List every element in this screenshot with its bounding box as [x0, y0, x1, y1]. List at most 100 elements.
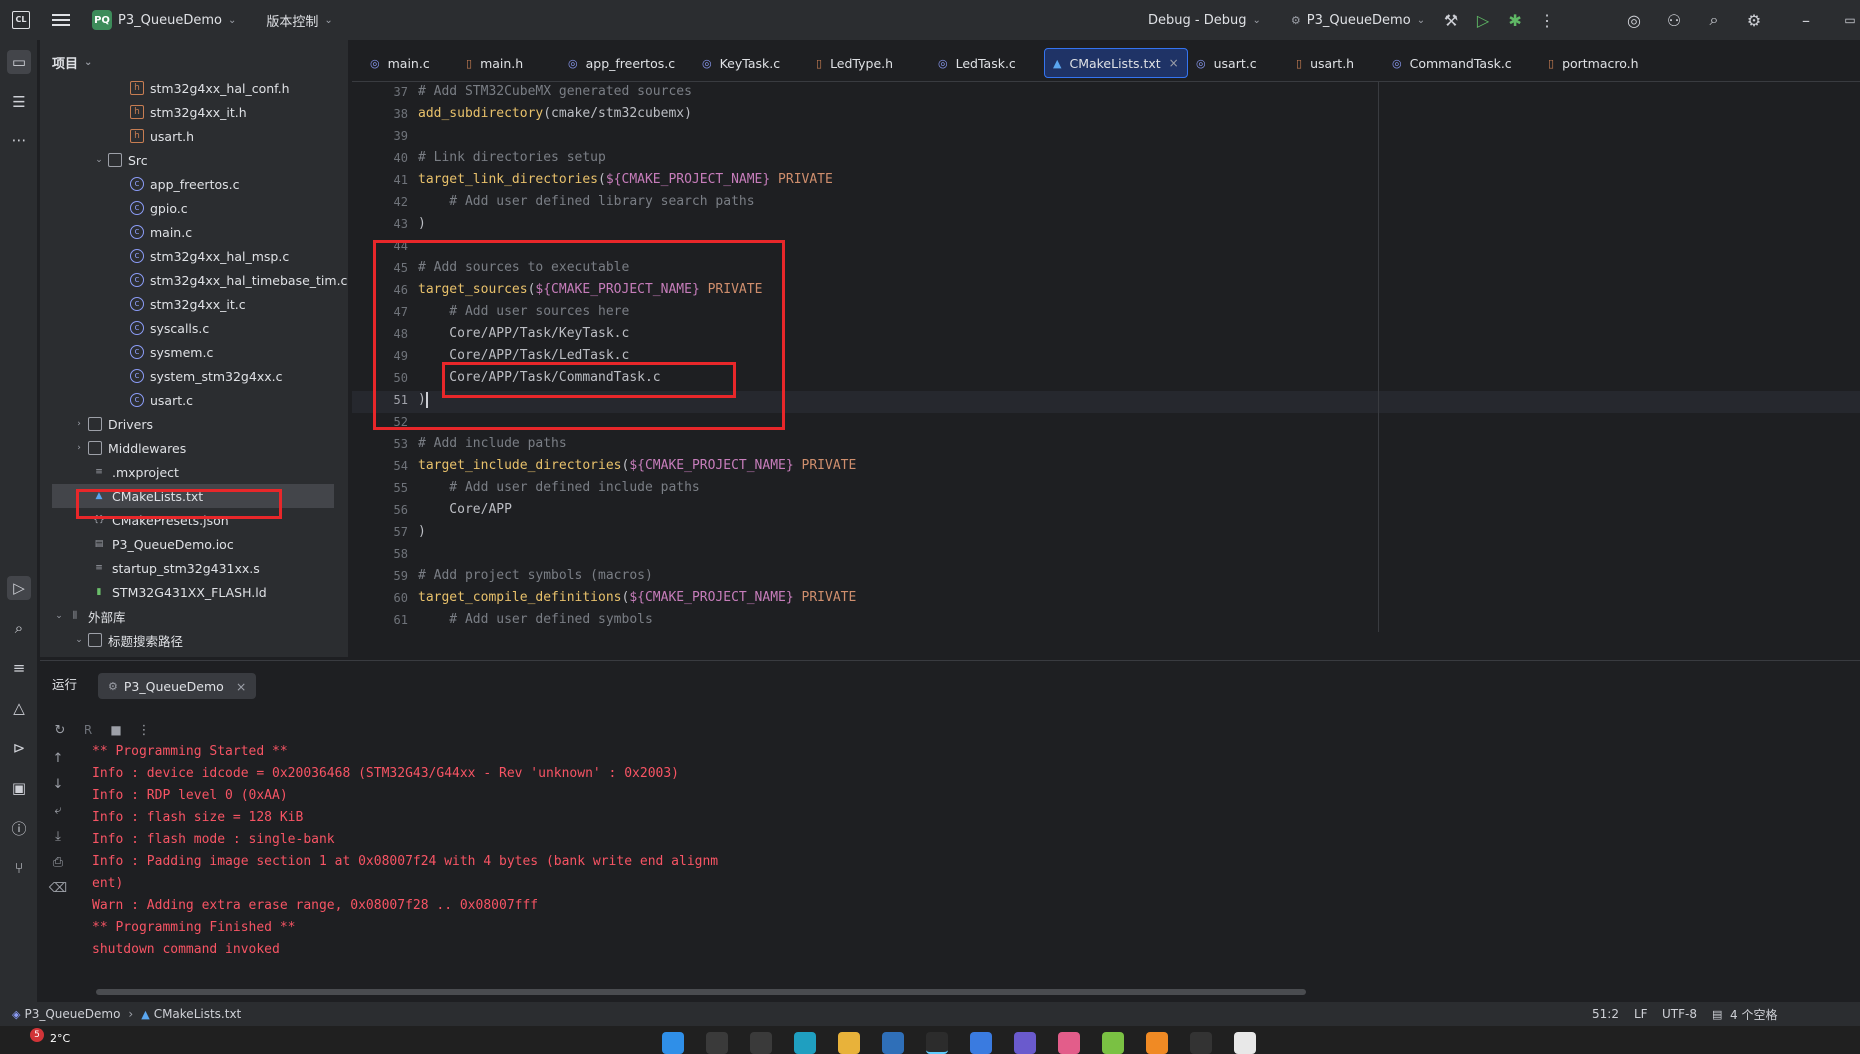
target-select[interactable]: ⚙ P3_QueueDemo ⌄ — [1291, 0, 1425, 40]
more-tools-icon[interactable]: ⋯ — [7, 128, 31, 152]
add-user-icon[interactable]: ⚇ — [1660, 6, 1688, 34]
stop-icon[interactable]: ■ — [102, 716, 130, 744]
project-badge[interactable]: PQ — [92, 10, 112, 30]
tree-item[interactable]: h usart.h — [130, 124, 194, 148]
run-config-select[interactable]: Debug - Debug ⌄ — [1148, 0, 1261, 40]
file-explorer-icon[interactable] — [838, 1032, 860, 1054]
structure-icon[interactable]: ☰ — [7, 90, 31, 114]
tree-item[interactable]: ▮ STM32G431XX_FLASH.ld — [92, 580, 267, 604]
tree-item[interactable]: c stm32g4xx_hal_msp.c — [130, 244, 289, 268]
taskbar-app-icon[interactable] — [1234, 1032, 1256, 1054]
taskbar-app-icon[interactable] — [1190, 1032, 1212, 1054]
tree-item[interactable]: c gpio.c — [130, 196, 188, 220]
tree-item[interactable]: ≡ startup_stm32g431xx.s — [92, 556, 260, 580]
weather-temp[interactable]: 2°C — [50, 1032, 70, 1045]
search-icon[interactable]: ⌕ — [1700, 6, 1728, 34]
chevron-right-icon[interactable]: › — [72, 443, 86, 453]
tree-item[interactable]: ▤ P3_QueueDemo.ioc — [92, 532, 234, 556]
rerun-failed-icon[interactable]: R — [74, 716, 102, 744]
tab-usart-c[interactable]: ◎ usart.c — [1188, 48, 1265, 78]
tree-item[interactable]: c app_freertos.c — [130, 172, 239, 196]
print-icon[interactable]: ⎙ — [40, 849, 76, 875]
tree-external-libs[interactable]: ⌄ ⫼ 外部库 — [52, 604, 125, 628]
trash-icon[interactable]: ⌫ — [40, 875, 76, 901]
tab-cmakelists-txt[interactable]: ▲ CMakeLists.txt × — [1044, 48, 1188, 78]
tree-item[interactable]: c stm32g4xx_it.c — [130, 292, 246, 316]
tab-ledtype-h[interactable]: ▯ LedType.h — [808, 48, 901, 78]
run-icon[interactable]: ▷ — [1469, 6, 1497, 34]
breadcrumb-file[interactable]: CMakeLists.txt — [154, 1007, 242, 1021]
chevron-down-icon[interactable]: ⌄ — [72, 635, 86, 645]
edge-browser-icon[interactable] — [794, 1032, 816, 1054]
taskbar-app-icon[interactable] — [970, 1032, 992, 1054]
clion-icon[interactable] — [926, 1032, 948, 1054]
vcs-menu[interactable]: 版本控制 ⌄ — [266, 0, 332, 40]
tree-item[interactable]: c system_stm32g4xx.c — [130, 364, 282, 388]
windows-start-icon[interactable] — [662, 1032, 684, 1054]
rerun-icon[interactable]: ↻ — [46, 716, 74, 744]
tab-portmacro-h[interactable]: ▯ portmacro.h — [1540, 48, 1647, 78]
terminal-icon[interactable]: ▣ — [7, 776, 31, 800]
services-icon[interactable]: ⊳ — [7, 736, 31, 760]
more-actions-icon[interactable]: ⋮ — [1533, 6, 1561, 34]
settings-gear-icon[interactable]: ⚙ — [1740, 6, 1768, 34]
notifications-icon[interactable]: ⓘ — [7, 816, 31, 840]
soft-wrap-icon[interactable]: ⤶ — [40, 797, 76, 823]
tab-app-freertos-c[interactable]: ◎ app_freertos.c — [560, 48, 683, 78]
project-switcher[interactable]: P3_QueueDemo ⌄ — [118, 0, 236, 40]
file-encoding[interactable]: UTF-8 — [1662, 1007, 1697, 1021]
tab-keytask-c[interactable]: ◎ KeyTask.c — [694, 48, 788, 78]
task-view-icon[interactable] — [750, 1032, 772, 1054]
more-options-icon[interactable]: ⋮ — [130, 716, 158, 744]
tree-item[interactable]: h stm32g4xx_it.h — [130, 100, 247, 124]
tab-usart-h[interactable]: ▯ usart.h — [1288, 48, 1362, 78]
ai-assistant-icon[interactable]: ◎ — [1620, 6, 1648, 34]
arrow-down-icon[interactable]: ↓ — [40, 771, 76, 797]
line-separator[interactable]: LF — [1634, 1007, 1648, 1021]
todo-list-icon[interactable]: ≡ — [7, 656, 31, 680]
git-branch-icon[interactable]: ⑂ — [7, 856, 31, 880]
taskbar-app-icon[interactable] — [1058, 1032, 1080, 1054]
tab-ledtask-c[interactable]: ◎ LedTask.c — [930, 48, 1024, 78]
taskbar-search-icon[interactable] — [706, 1032, 728, 1054]
tree-item[interactable]: c sysmem.c — [130, 340, 213, 364]
tree-item[interactable]: c main.c — [130, 220, 192, 244]
chevron-down-icon[interactable]: ⌄ — [52, 611, 66, 621]
tree-item[interactable]: h stm32g4xx_hal_conf.h — [130, 76, 290, 100]
minimize-icon[interactable]: – — [1792, 6, 1820, 34]
tree-folder-src[interactable]: ⌄ Src — [92, 148, 147, 172]
tab-main-c[interactable]: ◎ main.c — [362, 48, 438, 78]
chevron-right-icon[interactable]: › — [72, 419, 86, 429]
caret-position[interactable]: 51:2 — [1592, 1007, 1619, 1021]
scroll-to-end-icon[interactable]: ⤓ — [40, 823, 76, 849]
maximize-icon[interactable]: ▭ — [1836, 6, 1860, 34]
problems-icon[interactable]: △ — [7, 696, 31, 720]
run-tab[interactable]: ⚙ P3_QueueDemo × — [98, 673, 257, 699]
chevron-down-icon[interactable]: ⌄ — [92, 155, 106, 165]
tree-item[interactable]: c syscalls.c — [130, 316, 209, 340]
tree-item[interactable]: c usart.c — [130, 388, 193, 412]
tree-item[interactable]: ≡ .mxproject — [92, 460, 179, 484]
tab-main-h[interactable]: ▯ main.h — [458, 48, 531, 78]
arrow-up-icon[interactable]: ↑ — [40, 745, 76, 771]
close-icon[interactable]: × — [236, 679, 246, 694]
project-folder-icon[interactable]: ▭ — [7, 50, 31, 74]
console-output[interactable]: ** Programming Started ** Info : device … — [92, 741, 1792, 961]
tree-header-search-paths[interactable]: ⌄ 标题搜索路径 — [72, 628, 183, 652]
find-icon[interactable]: ⌕ — [7, 616, 31, 640]
close-icon[interactable]: × — [1169, 56, 1179, 70]
taskbar-app-icon[interactable] — [1146, 1032, 1168, 1054]
main-menu-icon[interactable] — [52, 11, 70, 29]
tree-folder-middlewares[interactable]: › Middlewares — [72, 436, 186, 460]
app-logo-icon[interactable]: CL — [12, 11, 30, 29]
run-tool-icon[interactable]: ▷ — [7, 576, 31, 600]
tab-commandtask-c[interactable]: ◎ CommandTask.c — [1384, 48, 1520, 78]
cubemx-icon[interactable] — [882, 1032, 904, 1054]
tree-item[interactable]: c stm32g4xx_hal_timebase_tim.c — [130, 268, 347, 292]
debug-icon[interactable]: ✱ — [1501, 6, 1529, 34]
taskbar-app-icon[interactable] — [1102, 1032, 1124, 1054]
indent-setting[interactable]: 4 个空格 — [1730, 1006, 1777, 1023]
tree-folder-drivers[interactable]: › Drivers — [72, 412, 153, 436]
breadcrumb-project[interactable]: P3_QueueDemo — [24, 1007, 120, 1021]
console-horizontal-scrollbar[interactable] — [96, 989, 1306, 995]
